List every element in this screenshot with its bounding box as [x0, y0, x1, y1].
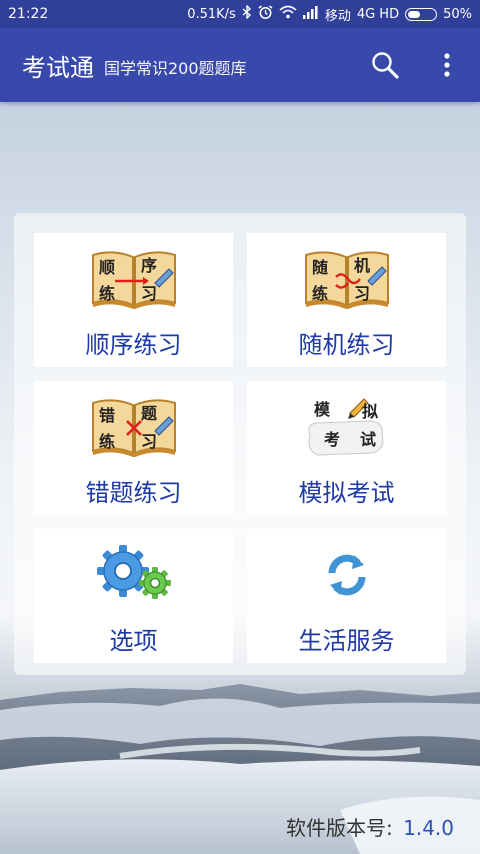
book-char: 随 [312, 258, 328, 277]
tile-label: 生活服务 [298, 627, 395, 655]
random-practice-tile[interactable]: 随 机 练 习 随机练习 [247, 233, 446, 367]
tile-label: 随机练习 [298, 331, 395, 359]
status-bar: 21:22 0.51K/s 移动 4G HD 50% [0, 0, 480, 28]
gears-icon [84, 541, 184, 607]
book-char: 序 [141, 256, 157, 275]
more-vert-icon [444, 53, 450, 77]
sequential-practice-tile[interactable]: 顺 序 练 习 顺序练习 [34, 233, 233, 367]
book-char: 练 [99, 432, 115, 451]
paper-char: 拟 [362, 402, 378, 421]
book-char: 习 [141, 284, 157, 303]
options-tile[interactable]: 选项 [34, 529, 233, 663]
alarm-icon [258, 4, 273, 24]
app-bar: 考试通 国学常识200题题库 [0, 28, 480, 102]
paper-char: 模 [314, 400, 331, 419]
status-time: 21:22 [8, 6, 49, 22]
network-speed: 0.51K/s [187, 6, 236, 22]
book-char: 练 [99, 284, 115, 303]
random-book-icon: 随 机 练 习 [297, 245, 397, 311]
search-icon [372, 52, 399, 79]
book-char: 题 [141, 404, 158, 423]
battery-percent: 50% [443, 6, 472, 22]
wrong-question-practice-tile[interactable]: 错 题 练 习 错题练习 [34, 381, 233, 515]
app-title: 考试通 [22, 53, 94, 82]
wifi-icon [279, 5, 297, 23]
book-char: 习 [354, 284, 370, 303]
sequential-book-icon: 顺 序 练 习 [84, 245, 184, 311]
signal-icon [302, 5, 319, 23]
book-char: 顺 [99, 258, 115, 277]
network-type: 4G HD [356, 6, 400, 22]
more-options-button[interactable] [430, 48, 464, 82]
mock-exam-tile[interactable]: 模 拟 考 试 模拟考试 [247, 381, 446, 515]
life-services-tile[interactable]: 生活服务 [247, 529, 446, 663]
version-number: 1.4.0 [403, 816, 454, 840]
tile-label: 模拟考试 [298, 479, 395, 507]
wrong-book-icon: 错 题 练 习 [84, 393, 184, 459]
menu-panel: 顺 序 练 习 顺序练习 随 机 练 习 随机练习 错 题 练 习 错题练习 模… [14, 213, 466, 675]
book-char: 错 [99, 406, 115, 425]
version-info: 软件版本号: 1.4.0 [286, 812, 454, 841]
refresh-icon [297, 541, 397, 607]
tile-label: 选项 [109, 627, 158, 655]
book-char: 习 [141, 432, 157, 451]
exam-paper-icon: 模 拟 考 试 [297, 393, 397, 459]
carrier-name: 移动 [324, 8, 351, 24]
battery-icon [405, 7, 438, 21]
tile-label: 顺序练习 [85, 331, 182, 359]
search-button[interactable] [368, 48, 402, 82]
book-char: 机 [354, 256, 370, 275]
version-label: 软件版本号: [286, 816, 393, 840]
bluetooth-icon [242, 4, 252, 23]
tile-label: 错题练习 [85, 479, 182, 507]
app-subtitle: 国学常识200题题库 [104, 58, 247, 78]
paper-char: 试 [360, 430, 376, 449]
book-char: 练 [312, 284, 328, 303]
paper-char: 考 [324, 430, 340, 449]
